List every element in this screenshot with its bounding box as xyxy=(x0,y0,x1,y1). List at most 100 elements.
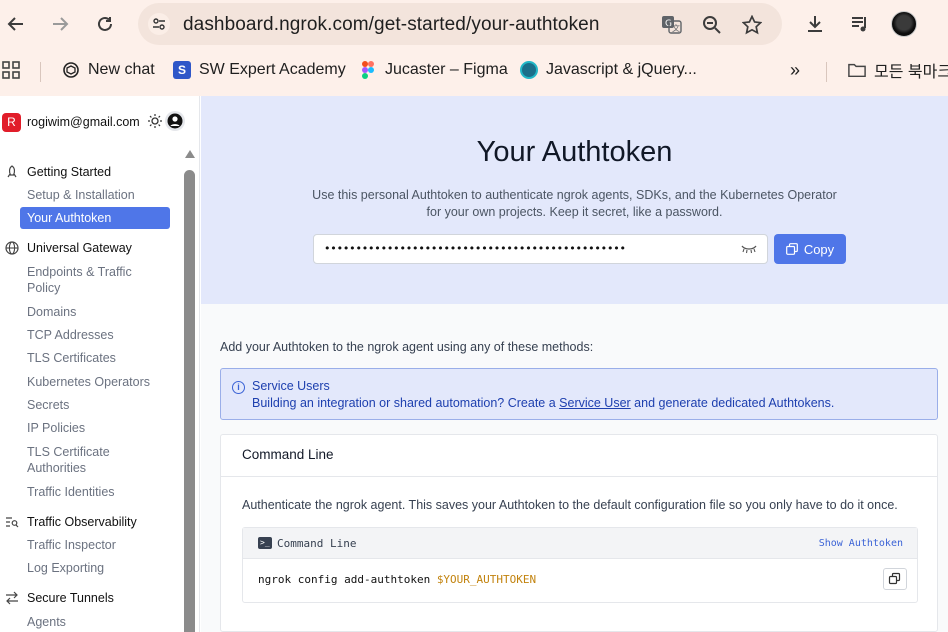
sidebar: R rogiwim@gmail.com Getting Started Setu… xyxy=(0,96,200,632)
address-bar[interactable]: dashboard.ngrok.com/get-started/your-aut… xyxy=(138,3,782,45)
account-initial-badge: R xyxy=(2,112,21,132)
command-line-card: Command Line Authenticate the ngrok agen… xyxy=(220,434,938,632)
copy-authtoken-button[interactable]: Copy xyxy=(774,234,846,264)
bookmark-javascript[interactable]: Javascript & jQuery... xyxy=(520,60,697,80)
sidebar-item-setup[interactable]: Setup & Installation xyxy=(27,187,167,203)
authtoken-hero: Your Authtoken Use this personal Authtok… xyxy=(201,96,948,304)
service-user-link[interactable]: Service User xyxy=(559,396,631,410)
site-settings-icon[interactable] xyxy=(148,13,170,35)
bookmark-star-icon[interactable] xyxy=(740,13,764,37)
callout-text-before: Building an integration or shared automa… xyxy=(252,396,560,410)
sidebar-item-tls-certificate-authorities[interactable]: TLS Certificate Authorities xyxy=(27,444,167,476)
reload-button[interactable] xyxy=(90,9,120,39)
card-title: Command Line xyxy=(242,447,334,462)
copy-button-label: Copy xyxy=(803,241,835,257)
bookmark-label: 모든 북마크 xyxy=(874,64,948,81)
svg-text:文: 文 xyxy=(672,23,680,33)
profile-avatar[interactable] xyxy=(891,11,917,37)
nav-section-label: Getting Started xyxy=(27,165,112,179)
nav-section-getting-started[interactable]: Getting Started xyxy=(0,163,111,181)
all-bookmarks-folder[interactable]: 모든 북마크 xyxy=(848,60,948,81)
subtitle-line-1: Use this personal Authtoken to authentic… xyxy=(312,188,837,202)
authtoken-masked-value: ••••••••••••••••••••••••••••••••••••••••… xyxy=(324,242,626,255)
info-icon: i xyxy=(232,381,245,394)
callout-text-after: and generate dedicated Authtokens. xyxy=(630,396,835,410)
callout-title: Service Users xyxy=(252,379,330,393)
back-button[interactable] xyxy=(1,9,31,39)
sidebar-item-ip-policies[interactable]: IP Policies xyxy=(27,420,167,436)
sidebar-item-endpoints[interactable]: Endpoints & Traffic Policy xyxy=(27,264,167,296)
nav-section-label: Secure Tunnels xyxy=(27,591,114,605)
card-description: Authenticate the ngrok agent. This saves… xyxy=(242,498,898,512)
sidebar-item-log-exporting[interactable]: Log Exporting xyxy=(27,560,167,576)
page-title: Your Authtoken xyxy=(476,136,673,168)
copy-icon xyxy=(888,572,901,585)
sidebar-item-traffic-inspector[interactable]: Traffic Inspector xyxy=(27,537,167,553)
code-block: >_ Command Line Show Authtoken ngrok con… xyxy=(242,527,918,603)
zoom-icon[interactable] xyxy=(700,13,724,37)
sidebar-item-kubernetes-operators[interactable]: Kubernetes Operators xyxy=(27,374,167,390)
callout-text: Building an integration or shared automa… xyxy=(252,396,834,410)
authtoken-field[interactable]: ••••••••••••••••••••••••••••••••••••••••… xyxy=(313,234,768,264)
translate-icon[interactable]: G文 xyxy=(660,13,684,37)
apps-button[interactable] xyxy=(2,60,20,80)
nav-section-label: Traffic Observability xyxy=(27,515,137,529)
bookmark-new-chat[interactable]: New chat xyxy=(62,60,155,80)
card-header: Command Line xyxy=(221,435,937,477)
bookmark-separator xyxy=(826,62,827,82)
page-subtitle: Use this personal Authtoken to authentic… xyxy=(201,187,948,221)
sidebar-item-domains[interactable]: Domains xyxy=(27,304,167,320)
bookmark-separator xyxy=(40,62,41,82)
site-icon xyxy=(520,61,538,79)
copy-icon xyxy=(785,243,798,255)
bookmarks-overflow-button[interactable]: » xyxy=(790,60,800,80)
scroll-up-arrow-icon[interactable] xyxy=(185,150,195,158)
arrow-right-icon xyxy=(53,17,69,31)
reload-icon xyxy=(98,16,112,31)
browser-chrome: dashboard.ngrok.com/get-started/your-aut… xyxy=(0,0,948,96)
scrollbar-thumb[interactable] xyxy=(184,170,195,632)
bookmark-swea[interactable]: S SW Expert Academy xyxy=(173,60,346,80)
command-base: ngrok config add-authtoken xyxy=(258,573,437,586)
sidebar-item-your-authtoken[interactable]: Your Authtoken xyxy=(20,207,170,229)
user-menu-icon[interactable] xyxy=(165,111,185,131)
command-text[interactable]: ngrok config add-authtoken $YOUR_AUTHTOK… xyxy=(258,573,536,586)
rocket-icon xyxy=(4,164,20,180)
show-authtoken-button[interactable]: Show Authtoken xyxy=(819,538,903,549)
forward-button[interactable] xyxy=(45,9,75,39)
sidebar-item-traffic-identities[interactable]: Traffic Identities xyxy=(27,484,167,500)
main-content: Your Authtoken Use this personal Authtok… xyxy=(201,96,948,632)
theme-toggle-icon[interactable] xyxy=(148,114,162,128)
sidebar-item-tls-certificates[interactable]: TLS Certificates xyxy=(27,350,167,366)
bookmark-label: Jucaster – Figma xyxy=(385,61,508,78)
arrow-left-icon xyxy=(7,17,23,31)
media-button[interactable] xyxy=(845,9,875,39)
list-search-icon xyxy=(4,514,20,530)
openai-icon xyxy=(62,61,80,79)
bookmark-label: SW Expert Academy xyxy=(199,61,346,78)
bookmark-figma[interactable]: Jucaster – Figma xyxy=(359,60,508,80)
nav-section-traffic-observability[interactable]: Traffic Observability xyxy=(0,513,137,531)
figma-icon xyxy=(359,61,377,79)
sidebar-item-secrets[interactable]: Secrets xyxy=(27,397,167,413)
downloads-button[interactable] xyxy=(800,9,830,39)
methods-intro: Add your Authtoken to the ngrok agent us… xyxy=(220,340,594,354)
account-email: rogiwim@gmail.com xyxy=(27,115,140,129)
command-variable: $YOUR_AUTHTOKEN xyxy=(436,573,537,586)
bookmark-label: New chat xyxy=(88,61,155,78)
nav-section-universal-gateway[interactable]: Universal Gateway xyxy=(0,239,132,257)
copy-command-button[interactable] xyxy=(883,568,907,590)
eye-closed-icon[interactable] xyxy=(741,243,757,257)
playlist-icon xyxy=(852,17,866,32)
sidebar-item-agents[interactable]: Agents xyxy=(27,614,167,630)
arrows-icon xyxy=(4,590,20,606)
account-switcher[interactable]: R rogiwim@gmail.com xyxy=(2,112,140,132)
sidebar-scrollbar[interactable] xyxy=(183,150,196,632)
folder-icon xyxy=(848,61,866,79)
swea-icon: S xyxy=(173,61,191,79)
url-text[interactable]: dashboard.ngrok.com/get-started/your-aut… xyxy=(183,14,600,36)
nav-section-label: Universal Gateway xyxy=(27,241,132,255)
browser-toolbar: dashboard.ngrok.com/get-started/your-aut… xyxy=(0,0,948,48)
sidebar-item-tcp-addresses[interactable]: TCP Addresses xyxy=(27,327,167,343)
nav-section-secure-tunnels[interactable]: Secure Tunnels xyxy=(0,589,114,607)
